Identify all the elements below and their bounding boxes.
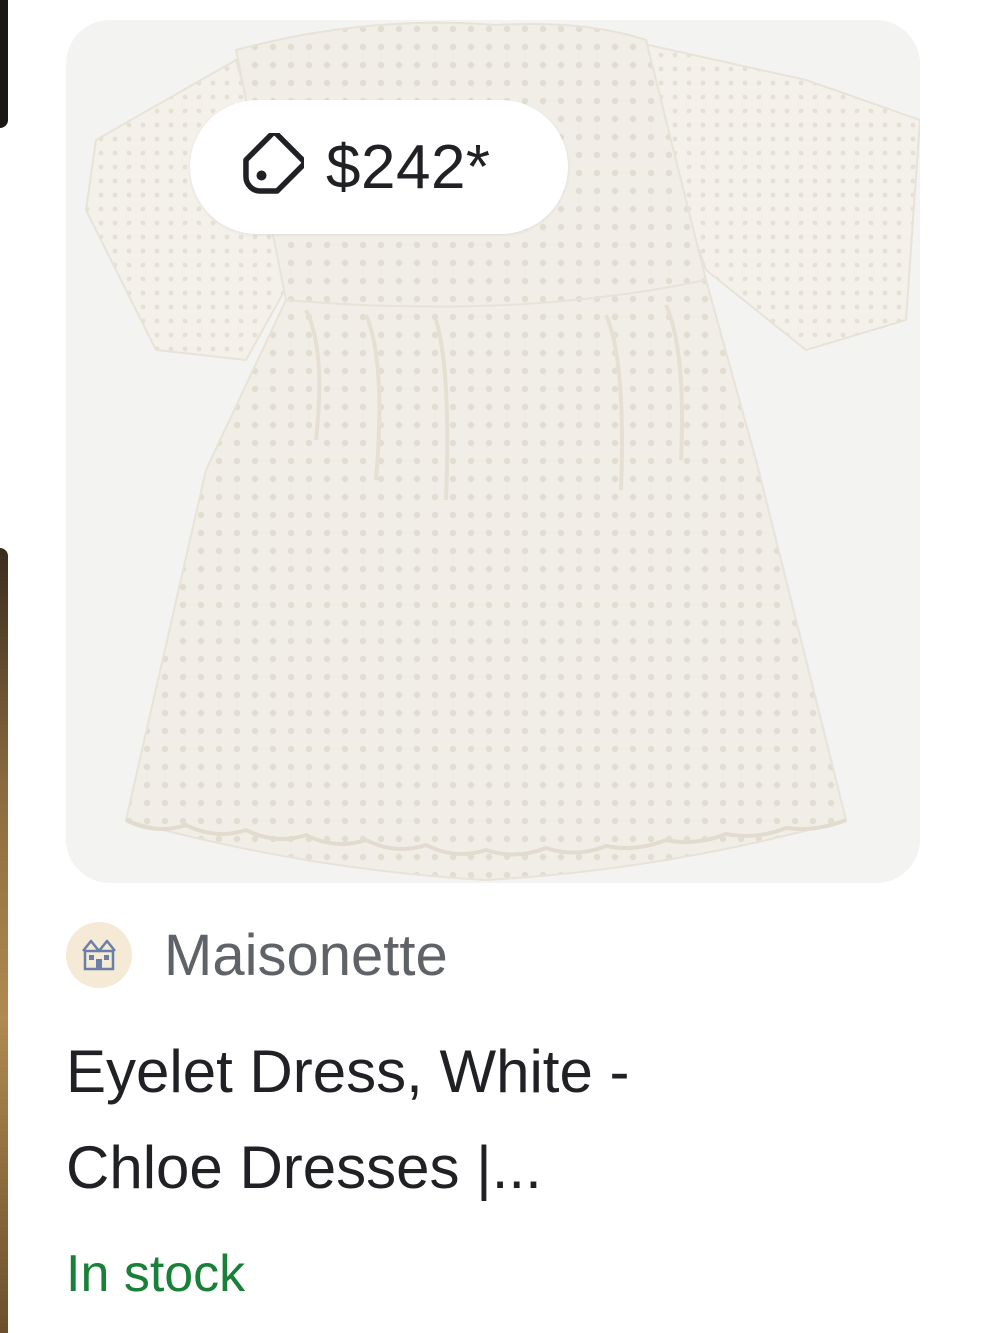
product-title-line-1: Eyelet Dress, White - [66,1038,630,1105]
availability-status: In stock [66,1245,246,1303]
merchant-row[interactable]: Maisonette [66,922,448,988]
product-title[interactable]: Eyelet Dress, White - Chloe Dresses |... [66,1024,926,1216]
bezel-edge-bottom [0,548,8,1333]
bezel-edge-top [0,0,8,128]
product-result-page: $242* Maisonette Eyelet Dress, White - C… [0,0,999,1333]
product-title-line-2: Chloe Dresses |... [66,1134,542,1201]
price-value: $242* [326,132,491,202]
product-card-image-area[interactable]: $242* [66,20,920,883]
house-logo-icon [66,922,132,988]
tag-icon [243,133,304,194]
price-badge: $242* [190,100,568,234]
merchant-name: Maisonette [164,922,448,988]
